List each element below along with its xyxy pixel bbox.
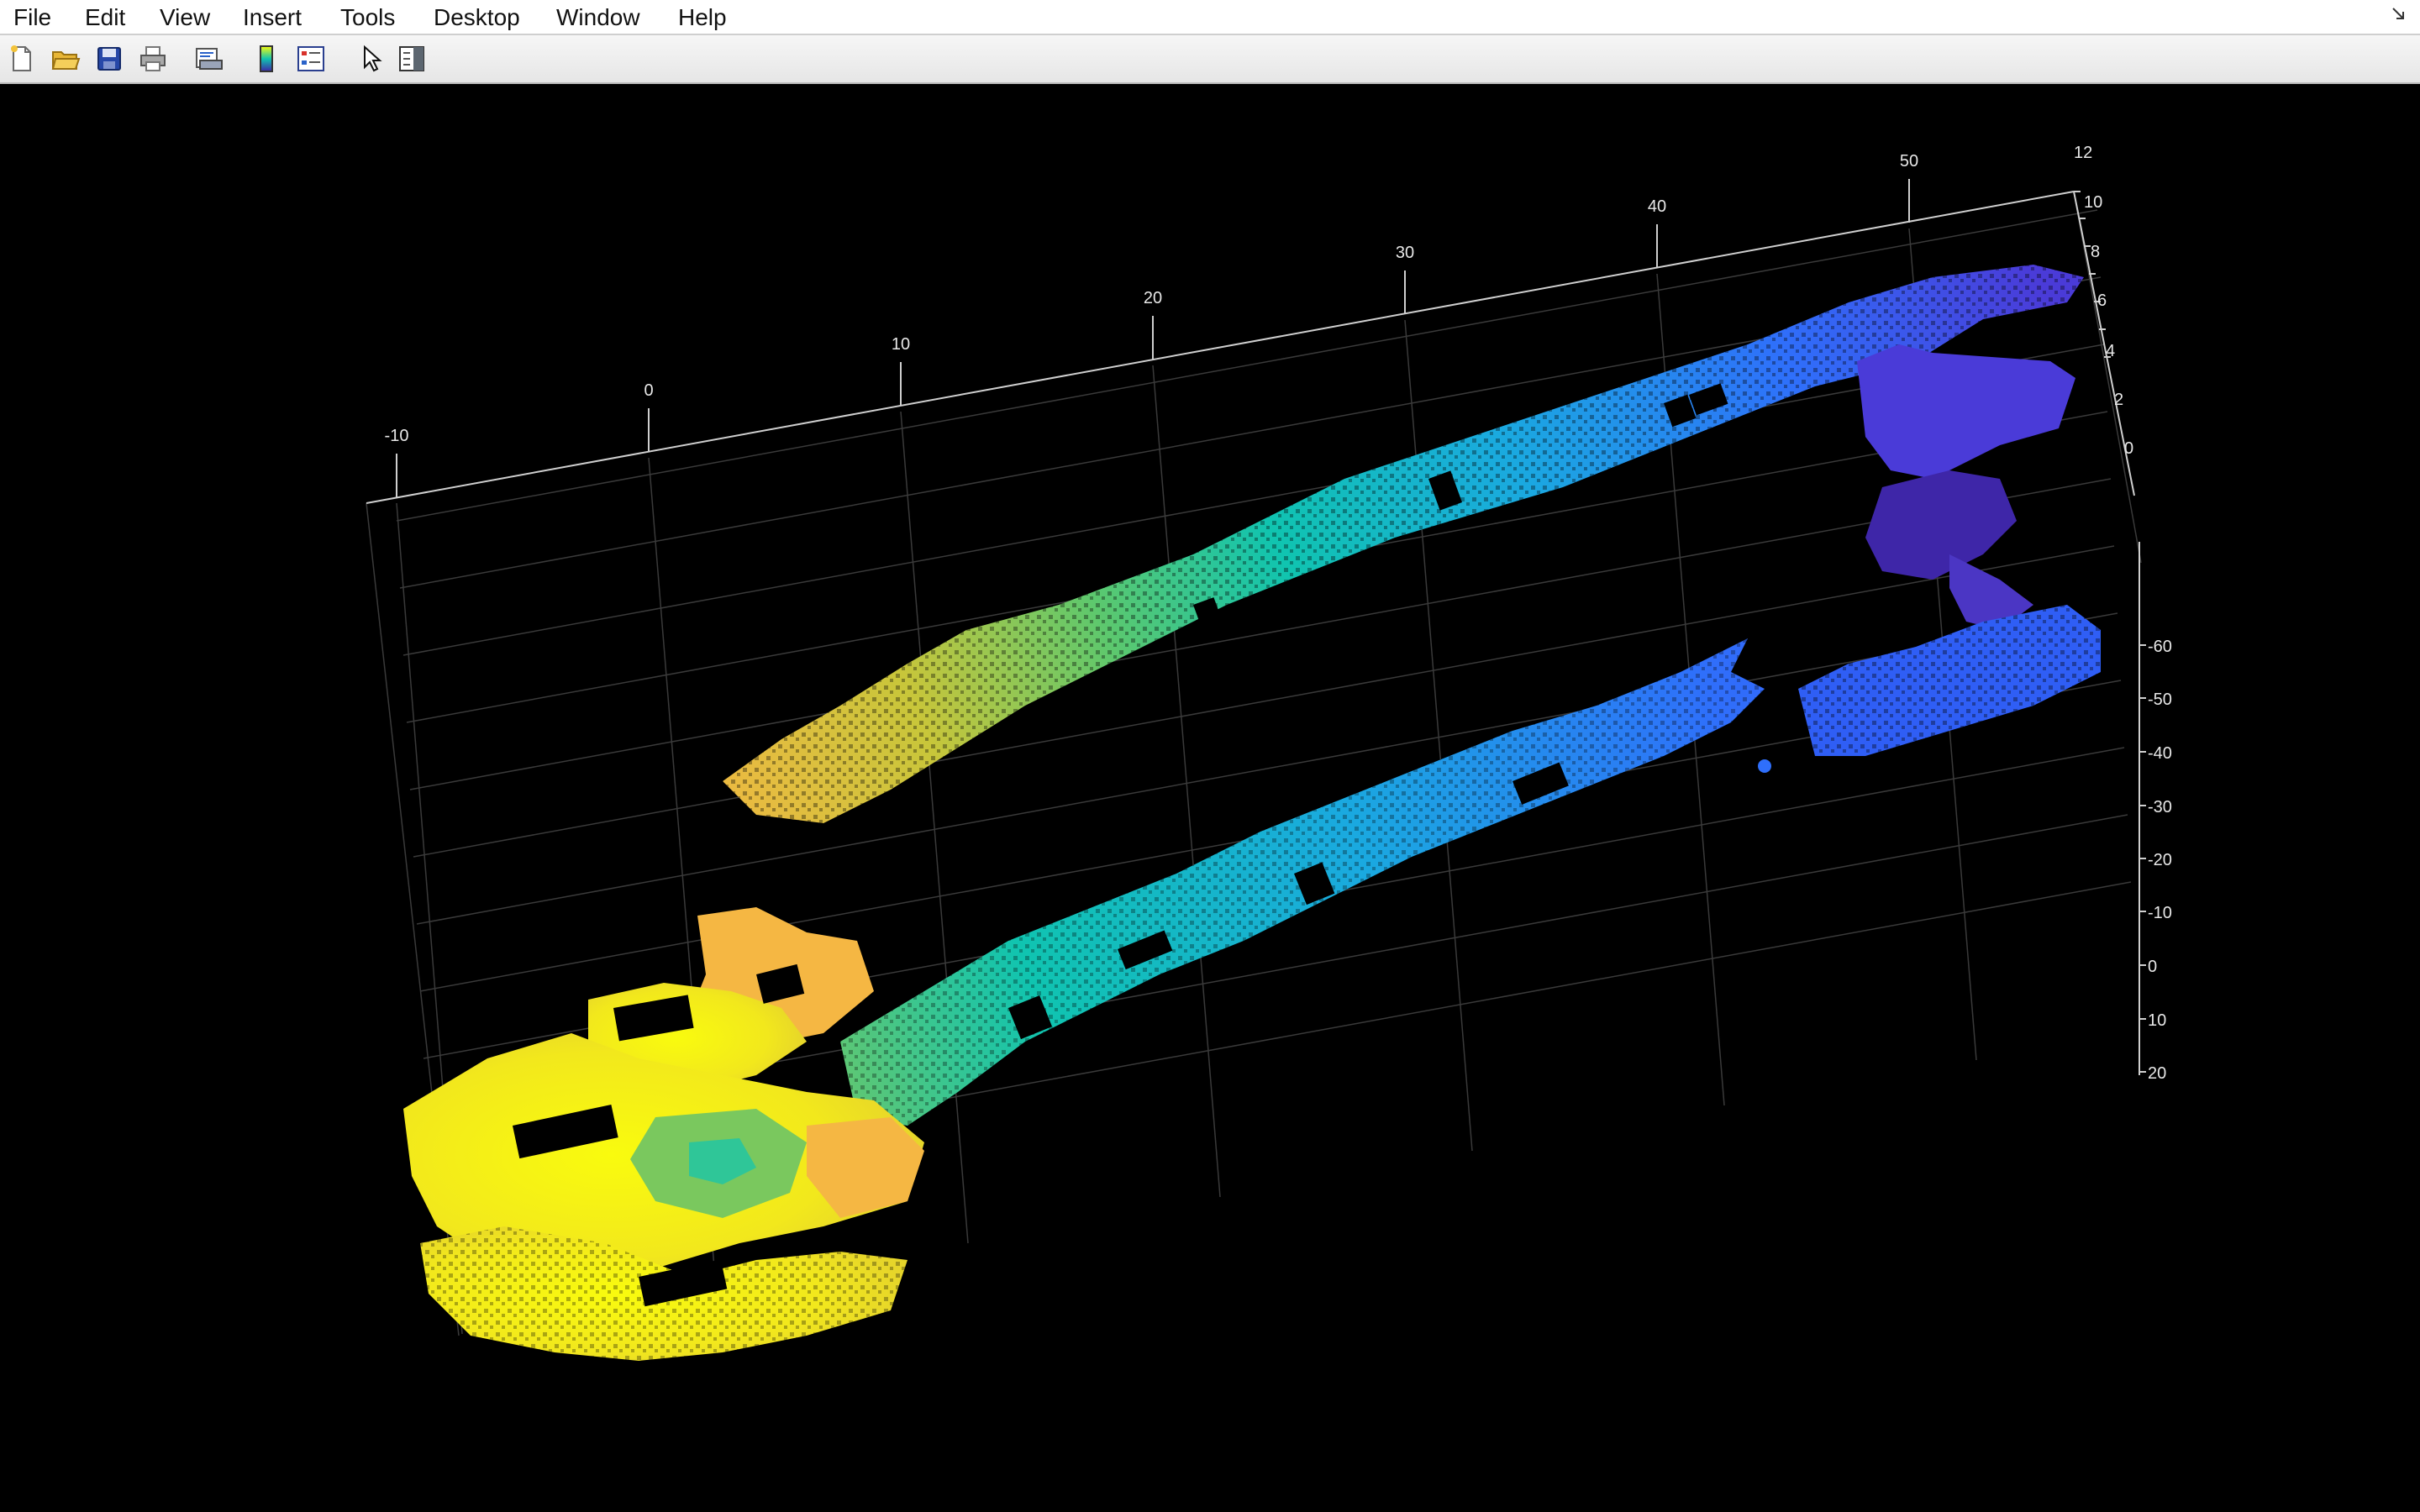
menu-edit[interactable]: Edit bbox=[85, 3, 125, 32]
z-tick-label: 8 bbox=[2091, 243, 2100, 261]
x-tick-label: 10 bbox=[892, 335, 910, 354]
menu-desktop[interactable]: Desktop bbox=[434, 3, 520, 32]
x-tick-label: 0 bbox=[644, 381, 653, 400]
figure-toolbar bbox=[0, 35, 2420, 84]
z-tick-label: 4 bbox=[2106, 342, 2115, 360]
x-tick-label: 40 bbox=[1648, 197, 1666, 216]
save-icon[interactable] bbox=[92, 42, 126, 76]
y-tick-label: -20 bbox=[2148, 851, 2172, 869]
y-tick-label: -10 bbox=[2148, 904, 2172, 922]
z-tick-label: 0 bbox=[2124, 439, 2133, 458]
y-tick-label: -60 bbox=[2148, 638, 2172, 656]
menu-insert[interactable]: Insert bbox=[243, 3, 302, 32]
x-tick-label: 50 bbox=[1900, 152, 1918, 171]
y-tick-label: -30 bbox=[2148, 798, 2172, 816]
menu-window[interactable]: Window bbox=[556, 3, 640, 32]
print-icon[interactable] bbox=[136, 42, 170, 76]
x-tick-label: 20 bbox=[1144, 289, 1162, 307]
menu-tools[interactable]: Tools bbox=[340, 3, 395, 32]
insert-legend-icon[interactable] bbox=[294, 42, 328, 76]
x-axis: -10 0 10 20 30 40 50 bbox=[385, 152, 1918, 497]
menu-view[interactable]: View bbox=[160, 3, 210, 32]
menu-bar: File Edit View Insert Tools Desktop Wind… bbox=[0, 0, 2420, 35]
y-tick-label: -50 bbox=[2148, 690, 2172, 709]
menu-file[interactable]: File bbox=[13, 3, 51, 32]
open-file-icon[interactable] bbox=[49, 42, 82, 76]
x-tick-label: 30 bbox=[1396, 244, 1414, 262]
y-tick-label: 10 bbox=[2148, 1011, 2166, 1030]
z-tick-label: 2 bbox=[2114, 391, 2123, 409]
y-tick-label: 20 bbox=[2148, 1064, 2166, 1083]
point-cloud-axes[interactable]: -10 0 10 20 30 40 50 12 10 8 6 4 2 0 -60… bbox=[0, 84, 2420, 1512]
print-preview-icon[interactable] bbox=[192, 42, 225, 76]
edit-plot-arrow-icon[interactable] bbox=[355, 42, 388, 76]
y-tick-label: -40 bbox=[2148, 744, 2172, 763]
x-tick-label: -10 bbox=[385, 427, 409, 445]
menu-help[interactable]: Help bbox=[678, 3, 727, 32]
z-axis: 12 10 8 6 4 2 0 bbox=[2074, 144, 2133, 458]
y-axis: -60 -50 -40 -30 -20 -10 0 10 20 bbox=[2139, 638, 2172, 1083]
window-resize-icon[interactable] bbox=[2390, 5, 2408, 24]
z-tick-label: 10 bbox=[2084, 193, 2102, 212]
insert-colorbar-icon[interactable] bbox=[250, 42, 284, 76]
y-tick-label: 0 bbox=[2148, 958, 2157, 976]
z-tick-label: 6 bbox=[2097, 291, 2107, 310]
new-figure-icon[interactable] bbox=[5, 42, 39, 76]
point-cloud-near-cluster bbox=[403, 907, 924, 1361]
z-tick-label: 12 bbox=[2074, 144, 2092, 162]
plot-area[interactable]: -10 0 10 20 30 40 50 12 10 8 6 4 2 0 -60… bbox=[0, 84, 2420, 1512]
property-inspector-icon[interactable] bbox=[395, 42, 429, 76]
